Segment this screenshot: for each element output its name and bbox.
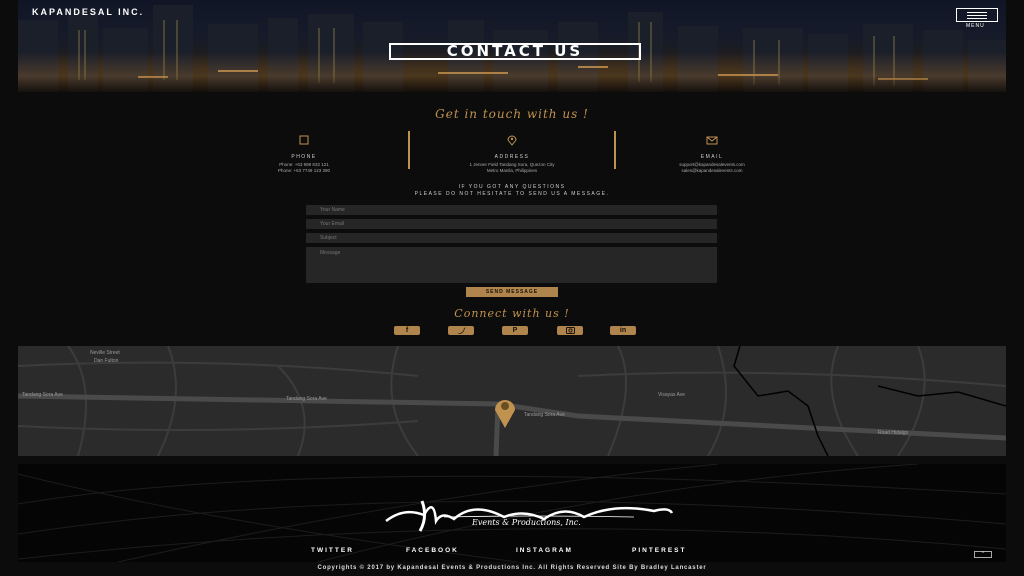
address-label: ADDRESS [494,154,530,160]
footer-link-facebook[interactable]: FACEBOOK [406,547,459,554]
email-label: EMAIL [700,154,724,160]
connect-heading: Connect with us ! [454,307,570,320]
linkedin-icon[interactable]: in [610,326,636,335]
map-pin-icon[interactable] [492,395,518,429]
map-street-label: Road Hidalgo [878,430,909,436]
page: KAPANDESAL INC. MENU CONTACT US Get in t… [0,0,1024,576]
send-message-button[interactable]: SEND MESSAGE [466,287,558,297]
phone-line-2: Phone: +63 7749 123 390 [278,168,330,173]
prompt-line-2: PLEASE DO NOT HESITATE TO SEND US A MESS… [414,191,610,197]
pinterest-icon[interactable]: P [502,326,528,335]
menu-button[interactable] [956,8,998,22]
message-prompt: IF YOU GOT ANY QUESTIONS PLEASE DO NOT H… [0,184,1024,198]
footer-link-pinterest[interactable]: PINTEREST [632,547,686,554]
prompt-line-1: IF YOU GOT ANY QUESTIONS [458,184,566,190]
page-title: CONTACT US [389,43,641,60]
email-line-2[interactable]: sales@kapandesalevents.com [612,168,812,174]
back-to-top-button[interactable]: ^ [974,551,992,558]
envelope-icon [706,136,718,145]
facebook-icon[interactable]: f [394,326,420,335]
logo-subtitle: Events & Productions, Inc. [472,518,581,527]
email-input[interactable] [306,219,717,229]
address-line-2: Metro Manila, Philippines [486,168,538,173]
twitter-icon[interactable] [448,326,474,335]
map-street-label: Visayas Ave [658,392,686,398]
map-street-label: Tandang Sora Ave [22,392,63,398]
kapandesal-logo[interactable] [384,497,674,533]
map-street-label: Tandang Sora Ave [524,412,565,418]
address-info: ADDRESS 1 Jenner Field Tandang Sora, Que… [412,134,612,174]
name-input[interactable] [306,205,717,215]
contact-heading: Get in touch with us ! [435,107,589,121]
divider [408,131,410,169]
map-street-label: Neville Street [90,350,120,356]
map-street-label: Dan Fulton [94,358,119,364]
instagram-icon[interactable] [557,326,583,335]
brand-name[interactable]: KAPANDESAL INC. [32,7,144,17]
menu-label: MENU [966,23,985,29]
location-pin-icon [507,135,517,146]
copyright-text: Copyrights © 2017 by Kapandesal Events &… [317,565,707,571]
message-textarea[interactable] [306,247,717,283]
phone-icon [299,135,309,145]
hamburger-icon [967,14,987,16]
subject-input[interactable] [306,233,717,243]
map-street-label: Tandang Sora Ave [286,396,327,402]
footer-link-instagram[interactable]: INSTAGRAM [516,547,573,554]
email-info: EMAIL support@kapandesalevents.com sales… [612,134,812,174]
phone-info: PHONE Phone: +63 998 832 121 Phone: +63 … [204,134,404,174]
phone-label: PHONE [291,154,317,160]
footer-link-twitter[interactable]: TWITTER [311,547,354,554]
